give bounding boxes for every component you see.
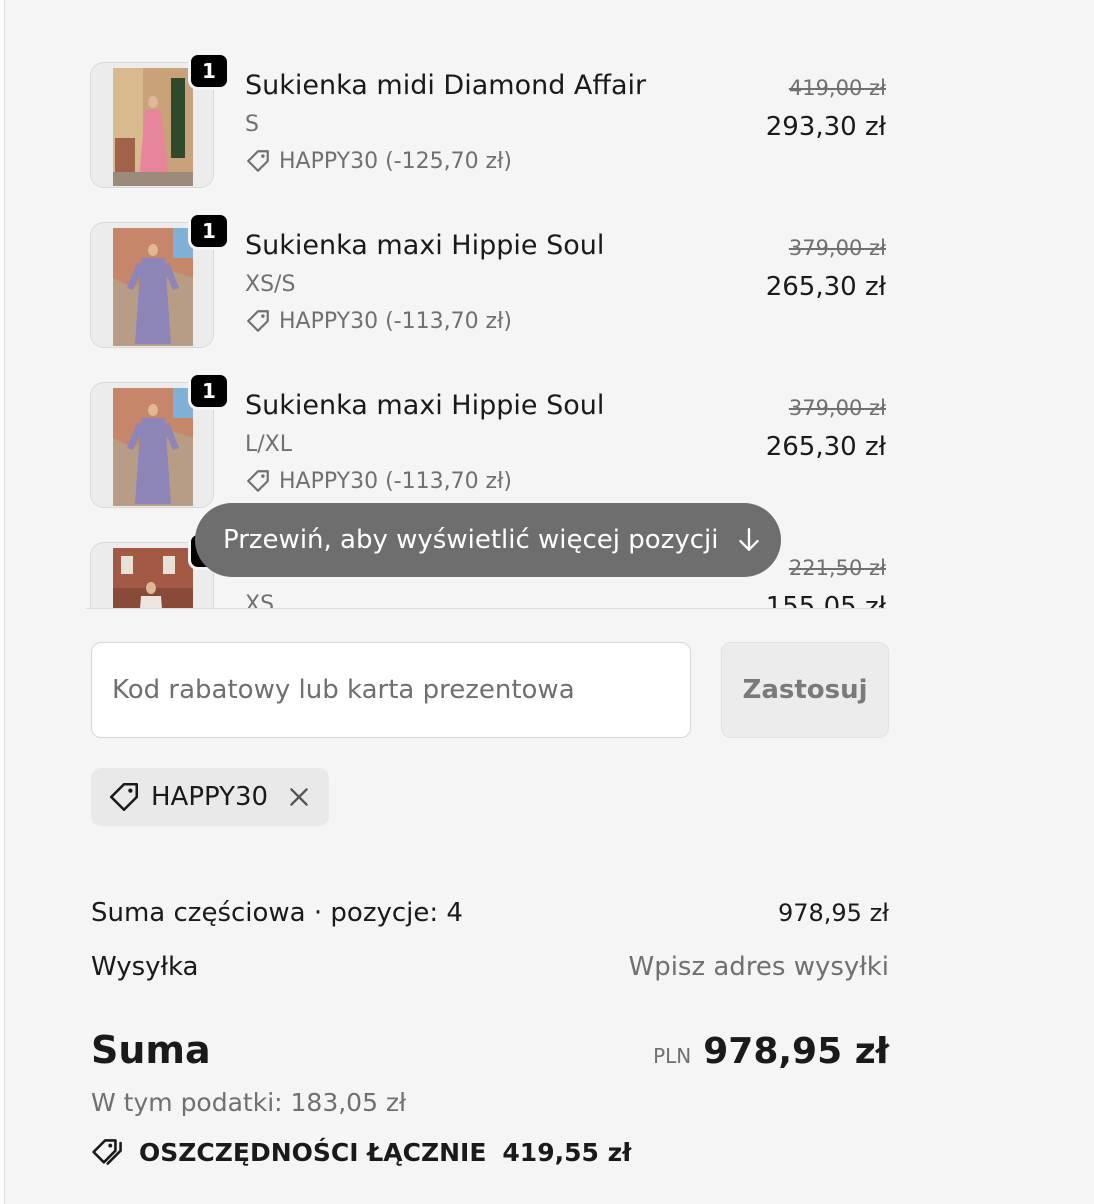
applied-code-chip: HAPPY30 [91,768,329,826]
product-variant: XS [245,592,275,608]
discounted-price: 155,05 zł [765,592,886,608]
scroll-hint-text: Przewiń, aby wyświetlić więcej pozycji [223,525,719,555]
original-price: 419,00 zł [788,76,886,100]
discount-code-input[interactable]: Kod rabatowy lub karta prezentowa [91,642,691,738]
scroll-hint-button[interactable]: Przewiń, aby wyświetlić więcej pozycji [195,503,781,577]
total-label: Suma [91,1028,211,1072]
total-value: 978,95 zł [703,1031,889,1072]
double-tag-icon [92,1139,122,1165]
discount-line: HAPPY30 (-125,70 zł) [245,148,512,174]
product-name: Sukienka midi Diamond Affair [245,70,647,101]
discount-line: HAPPY30 (-113,70 zł) [245,468,512,494]
product-variant: L/XL [245,432,292,457]
arrow-down-icon [739,528,760,551]
product-name: Sukienka maxi Hippie Soul [245,230,605,261]
subtotal-value: 978,95 zł [777,899,889,927]
line-item: 1 Sukienka midi Diamond Affair S HAPPY30… [86,40,886,190]
quantity-badge: 1 [188,52,230,90]
product-variant: S [245,112,259,137]
total-row: Suma PLN 978,95 zł [91,1028,889,1072]
product-name: Sukienka maxi Hippie Soul [245,390,605,421]
subtotal-row: Suma częściowa · pozycje: 4 978,95 zł [91,898,889,928]
shipping-label: Wysyłka [91,952,199,982]
discounted-price: 293,30 zł [765,112,886,142]
tag-icon [247,150,269,172]
tag-icon [247,310,269,332]
tax-info: W tym podatki: 183,05 zł [91,1088,407,1117]
original-price: 379,00 zł [788,396,886,420]
discount-text: HAPPY30 (-125,70 zł) [279,148,512,174]
product-photo [113,228,193,346]
discount-line: HAPPY30 (-113,70 zł) [245,308,512,334]
apply-button[interactable]: Zastosuj [721,642,889,738]
discount-code-placeholder: Kod rabatowy lub karta prezentowa [112,675,575,705]
total-savings: OSZCZĘDNOŚCI ŁĄCZNIE 419,55 zł [91,1136,631,1168]
tag-icon [109,782,139,812]
product-photo [113,388,193,506]
discounted-price: 265,30 zł [765,432,886,462]
order-summary-panel: 1 Sukienka midi Diamond Affair S HAPPY30… [4,0,1094,1204]
discounted-price: 265,30 zł [765,272,886,302]
currency-code: PLN [653,1044,692,1068]
quantity-badge: 1 [188,372,230,410]
line-item: 1 Sukienka maxi Hippie Soul XS/S HAPPY30… [86,200,886,350]
original-price: 379,00 zł [788,236,886,260]
list-divider [86,608,886,609]
shipping-row: Wysyłka Wpisz adres wysyłki [91,952,889,982]
subtotal-label: Suma częściowa · pozycje: 4 [91,898,463,928]
discount-text: HAPPY30 (-113,70 zł) [279,308,512,334]
savings-label: OSZCZĘDNOŚCI ŁĄCZNIE [139,1137,487,1167]
shipping-value: Wpisz adres wysyłki [628,952,889,982]
discount-text: HAPPY30 (-113,70 zł) [279,468,512,494]
tag-icon [247,470,269,492]
total-value-group: PLN 978,95 zł [653,1031,889,1072]
product-photo [113,548,193,608]
product-variant: XS/S [245,272,296,297]
line-item: 1 Sukienka maxi Hippie Soul L/XL HAPPY30… [86,360,886,510]
product-photo [113,68,193,186]
close-icon[interactable] [286,784,312,810]
applied-code-label: HAPPY30 [151,782,269,812]
original-price: 221,50 zł [788,556,886,580]
quantity-badge: 1 [188,212,230,250]
savings-value: 419,55 zł [502,1137,632,1167]
